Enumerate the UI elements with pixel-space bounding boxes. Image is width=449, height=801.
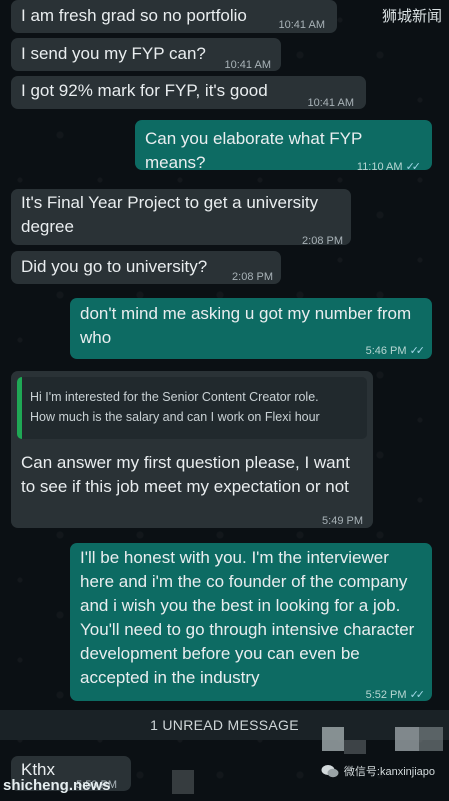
- message-text: I got 92% mark for FYP, it's good: [21, 81, 268, 100]
- quoted-message[interactable]: Hi I'm interested for the Senior Content…: [17, 377, 367, 439]
- unread-label: 1 UNREAD MESSAGE: [150, 717, 299, 733]
- message-text-line: I'll be honest with you. I'm the intervi…: [80, 548, 389, 567]
- message-time: 5:52 PM: [365, 689, 407, 701]
- double-check-icon: ✓✓: [405, 161, 422, 173]
- message-time: 11:10 AM: [356, 161, 403, 173]
- message-text-line: development before you can even be: [80, 644, 360, 663]
- message-text-line: You'll need to go through intensive char…: [80, 620, 415, 639]
- message-time: 5:49 PM: [322, 515, 363, 527]
- outgoing-message[interactable]: Can you elaborate what FYP means? 11:10 …: [135, 120, 432, 173]
- message-time: 2:08 PM: [302, 235, 343, 247]
- incoming-message[interactable]: I send you my FYP can? 10:41 AM: [11, 38, 281, 71]
- watermark-top: 狮城新闻: [381, 8, 442, 25]
- unread-divider: 1 UNREAD MESSAGE: [0, 710, 449, 740]
- message-time-with-status: 5:46 PM ✓✓: [365, 339, 426, 363]
- message-text-line: don't mind me asking u got my number fro…: [80, 304, 412, 323]
- pixelated-block: [395, 727, 419, 751]
- incoming-message[interactable]: I got 92% mark for FYP, it's good 10:41 …: [11, 76, 366, 109]
- message-text-line: degree: [21, 217, 74, 236]
- outgoing-message[interactable]: I'll be honest with you. I'm the intervi…: [70, 543, 432, 701]
- quoted-text-line: Hi I'm interested for the Senior Content…: [30, 390, 319, 404]
- watermark-wechat: 微信号:kanxinjiapo: [321, 763, 435, 779]
- message-text-line: here and i'm the co founder of the compa…: [80, 572, 408, 591]
- message-time: 5:46 PM: [365, 345, 407, 357]
- pixelated-block: [419, 727, 443, 751]
- double-check-icon: ✓✓: [409, 689, 426, 701]
- incoming-message[interactable]: I am fresh grad so no portfolio 10:41 AM: [11, 0, 337, 33]
- incoming-message[interactable]: It's Final Year Project to get a univers…: [11, 189, 351, 247]
- message-time-with-status: 5:52 PM ✓✓: [365, 683, 426, 707]
- outgoing-message[interactable]: don't mind me asking u got my number fro…: [70, 298, 432, 359]
- wechat-id: 微信号:kanxinjiapo: [343, 766, 435, 778]
- incoming-reply-message[interactable]: Hi I'm interested for the Senior Content…: [11, 371, 373, 528]
- pixelated-block: [322, 727, 344, 751]
- message-text-line: to see if this job meet my expectation o…: [21, 477, 349, 496]
- message-text-line: It's Final Year Project to get a univers…: [21, 193, 319, 212]
- wechat-icon: [321, 764, 339, 778]
- message-text-line: Can answer my first question please, I w…: [21, 453, 350, 472]
- message-time: 10:41 AM: [278, 19, 325, 31]
- pixelated-block: [172, 770, 194, 794]
- message-time-with-status: 11:10 AM ✓✓: [356, 155, 422, 179]
- message-time: 2:08 PM: [232, 271, 273, 283]
- incoming-message[interactable]: Did you go to university? 2:08 PM: [11, 251, 281, 284]
- double-check-icon: ✓✓: [409, 345, 426, 357]
- message-text-line: and i wish you the best in looking for a…: [80, 596, 401, 615]
- quoted-text-line: How much is the salary and can I work on…: [30, 410, 320, 424]
- pixelated-block: [344, 740, 366, 754]
- watermark-site: shicheng.news: [3, 777, 111, 794]
- message-time: 10:41 AM: [224, 59, 271, 71]
- message-time: 10:41 AM: [307, 97, 354, 109]
